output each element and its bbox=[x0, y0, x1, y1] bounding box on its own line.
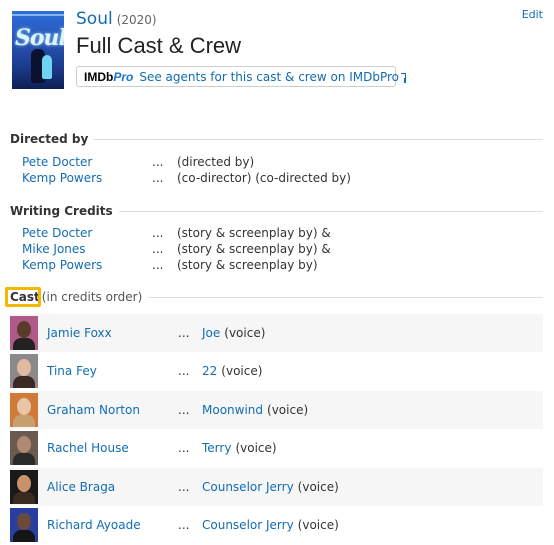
actor-name-link[interactable]: Alice Braga bbox=[47, 480, 115, 494]
writing-credits-title: Writing Credits bbox=[10, 204, 113, 218]
character-note: (voice) bbox=[297, 517, 339, 532]
poster-figure-soul bbox=[42, 55, 52, 79]
credit-dots: ... bbox=[152, 258, 164, 272]
director-credit: (directed by) bbox=[177, 155, 255, 169]
character-link[interactable]: Moonwind bbox=[202, 403, 263, 417]
movie-year: (2020) bbox=[116, 13, 157, 27]
cast-subtitle: (in credits order) bbox=[41, 290, 143, 304]
credit-dots: ... bbox=[152, 171, 164, 185]
cast-row: Alice Braga ... Counselor Jerry (voice) bbox=[10, 467, 543, 506]
writer-name-link[interactable]: Mike Jones bbox=[22, 242, 86, 256]
cast-heading-highlight bbox=[5, 287, 41, 307]
writer-name-link[interactable]: Kemp Powers bbox=[22, 258, 102, 272]
imdbpro-agents-link[interactable]: IMDbPro See agents for this cast & crew … bbox=[76, 66, 407, 87]
cast-heading: Cast (in credits order) bbox=[10, 290, 543, 304]
actor-headshot[interactable] bbox=[10, 392, 38, 427]
title-header: Soul Soul (2020) Full Cast & Crew IMDbPro… bbox=[0, 0, 554, 100]
writer-credit: (story & screenplay by) & bbox=[177, 242, 331, 256]
cast-row: Rachel House ... Terry (voice) bbox=[10, 429, 543, 467]
actor-name-link[interactable]: Jamie Foxx bbox=[47, 326, 112, 340]
actor-name-link[interactable]: Graham Norton bbox=[47, 403, 140, 417]
section-divider bbox=[94, 138, 543, 140]
character-note: (voice) bbox=[297, 479, 339, 494]
movie-title-line: Soul (2020) bbox=[76, 9, 157, 29]
credit-dots: ... bbox=[152, 155, 164, 169]
writer-name-link[interactable]: Pete Docter bbox=[22, 226, 92, 240]
imdbpro-logo-pro: Pro bbox=[113, 69, 134, 84]
imdbpro-logo: IMDbPro bbox=[84, 70, 133, 84]
page-title: Full Cast & Crew bbox=[76, 33, 242, 58]
imdbpro-link-text[interactable]: See agents for this cast & crew on IMDbP… bbox=[139, 70, 399, 84]
actor-headshot[interactable] bbox=[10, 316, 38, 350]
character-note: (voice) bbox=[221, 364, 263, 379]
section-divider bbox=[118, 210, 543, 212]
actor-headshot[interactable] bbox=[10, 469, 38, 504]
cast-row: Richard Ayoade ... Counselor Jerry (voice… bbox=[10, 506, 543, 544]
cast-table: Jamie Foxx ... Joe (voice) Tina Fey ... 2… bbox=[10, 314, 543, 544]
external-link-icon bbox=[401, 72, 407, 83]
cast-row: Graham Norton ... Moonwind (voice) bbox=[10, 390, 543, 430]
imdbpro-logo-imdb: IMDb bbox=[84, 69, 114, 84]
actor-name-link[interactable]: Richard Ayoade bbox=[47, 518, 141, 532]
character-link[interactable]: 22 bbox=[202, 364, 217, 378]
directed-by-title: Directed by bbox=[10, 132, 89, 146]
actor-headshot[interactable] bbox=[10, 431, 38, 466]
cast-dots: ... bbox=[178, 364, 190, 379]
edit-link[interactable]: Edit bbox=[522, 8, 543, 21]
movie-title-link[interactable]: Soul bbox=[76, 9, 113, 29]
director-name-link[interactable]: Pete Docter bbox=[22, 155, 92, 169]
writer-credit: (story & screenplay by) bbox=[177, 258, 318, 272]
character-link[interactable]: Joe bbox=[202, 326, 220, 340]
cast-dots: ... bbox=[178, 479, 190, 494]
actor-name-link[interactable]: Rachel House bbox=[47, 441, 129, 455]
actor-name-link[interactable]: Tina Fey bbox=[47, 364, 97, 378]
writer-credit: (story & screenplay by) & bbox=[177, 226, 331, 240]
movie-poster[interactable]: Soul bbox=[12, 11, 64, 89]
actor-headshot[interactable] bbox=[10, 354, 38, 389]
character-note: (voice) bbox=[224, 326, 266, 340]
character-note: (voice) bbox=[235, 441, 277, 456]
poster-title: Soul bbox=[15, 25, 64, 51]
director-credit: (co-director) (co-directed by) bbox=[177, 171, 351, 185]
cast-row: Jamie Foxx ... Joe (voice) bbox=[10, 314, 543, 353]
poster-strip bbox=[12, 14, 64, 16]
cast-dots: ... bbox=[178, 326, 190, 340]
cast-dots: ... bbox=[178, 402, 190, 417]
actor-headshot[interactable] bbox=[10, 507, 38, 542]
directed-by-heading: Directed by bbox=[10, 132, 543, 146]
writing-credits-heading: Writing Credits bbox=[10, 204, 543, 218]
credit-dots: ... bbox=[152, 226, 164, 240]
cast-row: Tina Fey ... 22 (voice) bbox=[10, 352, 543, 390]
section-divider bbox=[148, 296, 543, 298]
cast-dots: ... bbox=[178, 441, 190, 456]
director-name-link[interactable]: Kemp Powers bbox=[22, 171, 102, 185]
character-link[interactable]: Terry bbox=[202, 441, 231, 455]
character-note: (voice) bbox=[267, 402, 309, 417]
credit-dots: ... bbox=[152, 242, 164, 256]
character-link[interactable]: Counselor Jerry bbox=[202, 480, 294, 494]
cast-dots: ... bbox=[178, 517, 190, 532]
character-link[interactable]: Counselor Jerry bbox=[202, 518, 294, 532]
